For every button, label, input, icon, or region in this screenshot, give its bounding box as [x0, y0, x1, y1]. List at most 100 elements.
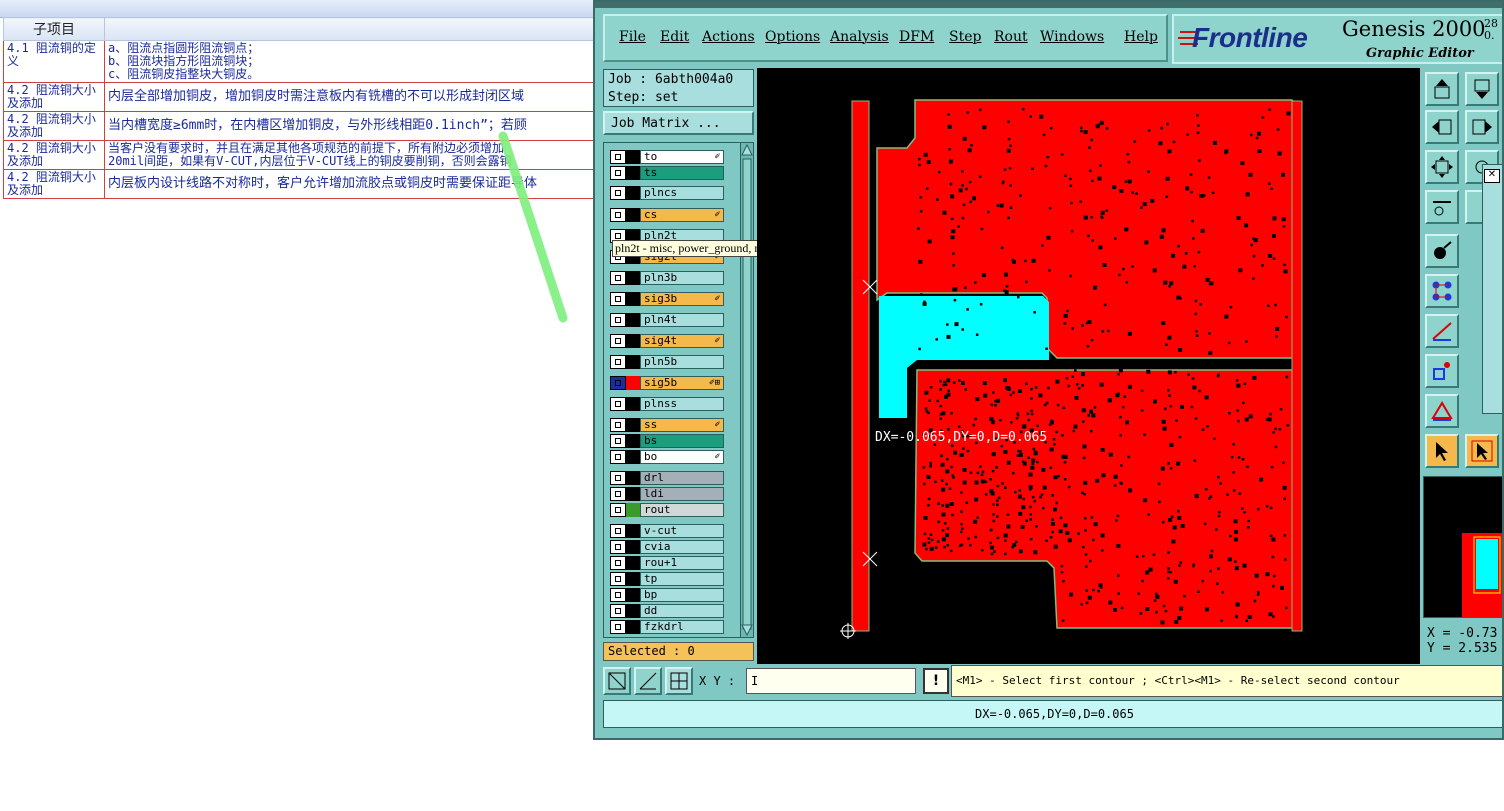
- layer-row-plnss[interactable]: plnss: [610, 397, 724, 411]
- table-row[interactable]: 4.1 阻流铜的定义 a、阻流点指圆形阻流铜点； b、阻流块指方形阻流铜块； c…: [3, 40, 598, 83]
- layer-color-swatch[interactable]: [626, 556, 640, 570]
- menu-file[interactable]: File: [619, 29, 646, 45]
- pointer-button[interactable]: [1425, 434, 1459, 468]
- layer-color-swatch[interactable]: [626, 487, 640, 501]
- layer-checkbox[interactable]: [610, 434, 626, 448]
- menu-options[interactable]: Options: [765, 29, 820, 45]
- layer-name[interactable]: sig3b ✐: [640, 292, 724, 306]
- layer-checkbox[interactable]: [610, 334, 626, 348]
- add-button[interactable]: [1425, 354, 1459, 388]
- layer-color-swatch[interactable]: [626, 355, 640, 369]
- layer-scrollbar[interactable]: [740, 143, 753, 637]
- layer-checkbox[interactable]: [610, 556, 626, 570]
- menu-actions[interactable]: Actions: [702, 29, 755, 45]
- layer-row-rou+1[interactable]: rou+1: [610, 556, 724, 570]
- layer-name[interactable]: rou+1: [640, 556, 724, 570]
- layer-checkbox[interactable]: [610, 524, 626, 538]
- layer-name[interactable]: sig4t ✐: [640, 334, 724, 348]
- measure-button[interactable]: [1425, 394, 1459, 428]
- menu-rout[interactable]: Rout: [994, 29, 1028, 45]
- layer-checkbox[interactable]: [610, 355, 626, 369]
- layer-name[interactable]: cvia: [640, 540, 724, 554]
- layer-name[interactable]: cs ✐: [640, 208, 724, 222]
- layer-color-swatch[interactable]: [626, 292, 640, 306]
- layer-checkbox[interactable]: [610, 313, 626, 327]
- layer-color-swatch[interactable]: [626, 397, 640, 411]
- layer-color-swatch[interactable]: [626, 186, 640, 200]
- layer-row-ldi[interactable]: ldi: [610, 487, 724, 501]
- layer-color-swatch[interactable]: [626, 503, 640, 517]
- layer-color-swatch[interactable]: [626, 418, 640, 432]
- layer-checkbox[interactable]: [610, 397, 626, 411]
- layer-color-swatch[interactable]: [626, 376, 640, 390]
- pan-right-button[interactable]: [1465, 110, 1499, 144]
- layer-checkbox[interactable]: [610, 450, 626, 464]
- layer-row-plncs[interactable]: plncs: [610, 186, 724, 200]
- layer-color-swatch[interactable]: [626, 450, 640, 464]
- pan-down-button[interactable]: [1465, 72, 1499, 106]
- layer-checkbox[interactable]: [610, 503, 626, 517]
- layer-color-swatch[interactable]: [626, 471, 640, 485]
- section-cell[interactable]: 4.2 阻流铜大小及添加: [3, 111, 105, 141]
- tools-button[interactable]: [1425, 190, 1459, 224]
- layer-name[interactable]: sig5b ✐⊞: [640, 376, 724, 390]
- layer-row-tp[interactable]: tp: [610, 572, 724, 586]
- layer-color-swatch[interactable]: [626, 150, 640, 164]
- grid-button[interactable]: [665, 667, 693, 695]
- layer-name[interactable]: dd: [640, 604, 724, 618]
- layer-color-swatch[interactable]: [626, 572, 640, 586]
- layer-row-pln5b[interactable]: pln5b: [610, 355, 724, 369]
- layer-name[interactable]: bo ✐: [640, 450, 724, 464]
- warning-button[interactable]: !: [923, 668, 949, 694]
- mini-map[interactable]: [1423, 476, 1502, 618]
- pan-left-button[interactable]: [1425, 110, 1459, 144]
- layer-checkbox[interactable]: [610, 166, 626, 180]
- fit-button[interactable]: [1425, 150, 1459, 184]
- layer-name[interactable]: drl: [640, 471, 724, 485]
- layer-checkbox[interactable]: [610, 620, 626, 634]
- layer-color-swatch[interactable]: [626, 524, 640, 538]
- layer-name[interactable]: bp: [640, 588, 724, 602]
- layer-name[interactable]: ss ✐: [640, 418, 724, 432]
- layer-name[interactable]: ts: [640, 166, 724, 180]
- layer-checkbox[interactable]: [610, 292, 626, 306]
- layer-color-swatch[interactable]: [626, 271, 640, 285]
- close-icon[interactable]: ✕: [1484, 169, 1500, 183]
- pointer-alt-button[interactable]: [1465, 434, 1499, 468]
- net-button[interactable]: [1425, 274, 1459, 308]
- layer-color-swatch[interactable]: [626, 334, 640, 348]
- layer-color-swatch[interactable]: [626, 166, 640, 180]
- layer-name[interactable]: to ✐: [640, 150, 724, 164]
- layer-checkbox[interactable]: [610, 572, 626, 586]
- layer-color-swatch[interactable]: [626, 540, 640, 554]
- layer-row-to[interactable]: to ✐: [610, 150, 724, 164]
- layer-name[interactable]: ldi: [640, 487, 724, 501]
- layer-checkbox[interactable]: [610, 471, 626, 485]
- layer-color-swatch[interactable]: [626, 588, 640, 602]
- layer-name[interactable]: tp: [640, 572, 724, 586]
- layer-row-bp[interactable]: bp: [610, 588, 724, 602]
- section-cell[interactable]: 4.2 阻流铜大小及添加: [3, 82, 105, 112]
- layer-checkbox[interactable]: [610, 150, 626, 164]
- layer-name[interactable]: rout: [640, 503, 724, 517]
- layer-checkbox[interactable]: [610, 604, 626, 618]
- section-cell[interactable]: 4.2 阻流铜大小及添加: [3, 140, 105, 170]
- layer-name[interactable]: v-cut: [640, 524, 724, 538]
- layer-color-swatch[interactable]: [626, 313, 640, 327]
- menu-windows[interactable]: Windows: [1040, 29, 1104, 45]
- layer-row-cvia[interactable]: cvia: [610, 540, 724, 554]
- layer-row-ts[interactable]: ts: [610, 166, 724, 180]
- section-cell[interactable]: 4.1 阻流铜的定义: [3, 40, 105, 83]
- layer-name[interactable]: plncs: [640, 186, 724, 200]
- section-cell[interactable]: 4.2 阻流铜大小及添加: [3, 169, 105, 199]
- layer-row-bo[interactable]: bo ✐: [610, 450, 724, 464]
- pad-button[interactable]: [1425, 234, 1459, 268]
- column-header-content[interactable]: [104, 17, 598, 41]
- line-button[interactable]: [1425, 314, 1459, 348]
- layer-row-ss[interactable]: ss ✐: [610, 418, 724, 432]
- layer-row-v-cut[interactable]: v-cut: [610, 524, 724, 538]
- layer-row-sig3b[interactable]: sig3b ✐: [610, 292, 724, 306]
- content-cell[interactable]: 内层全部增加铜皮，增加铜皮时需注意板内有铣槽的不可以形成封闭区域: [104, 82, 598, 112]
- layer-row-cs[interactable]: cs ✐: [610, 208, 724, 222]
- layer-checkbox[interactable]: [610, 487, 626, 501]
